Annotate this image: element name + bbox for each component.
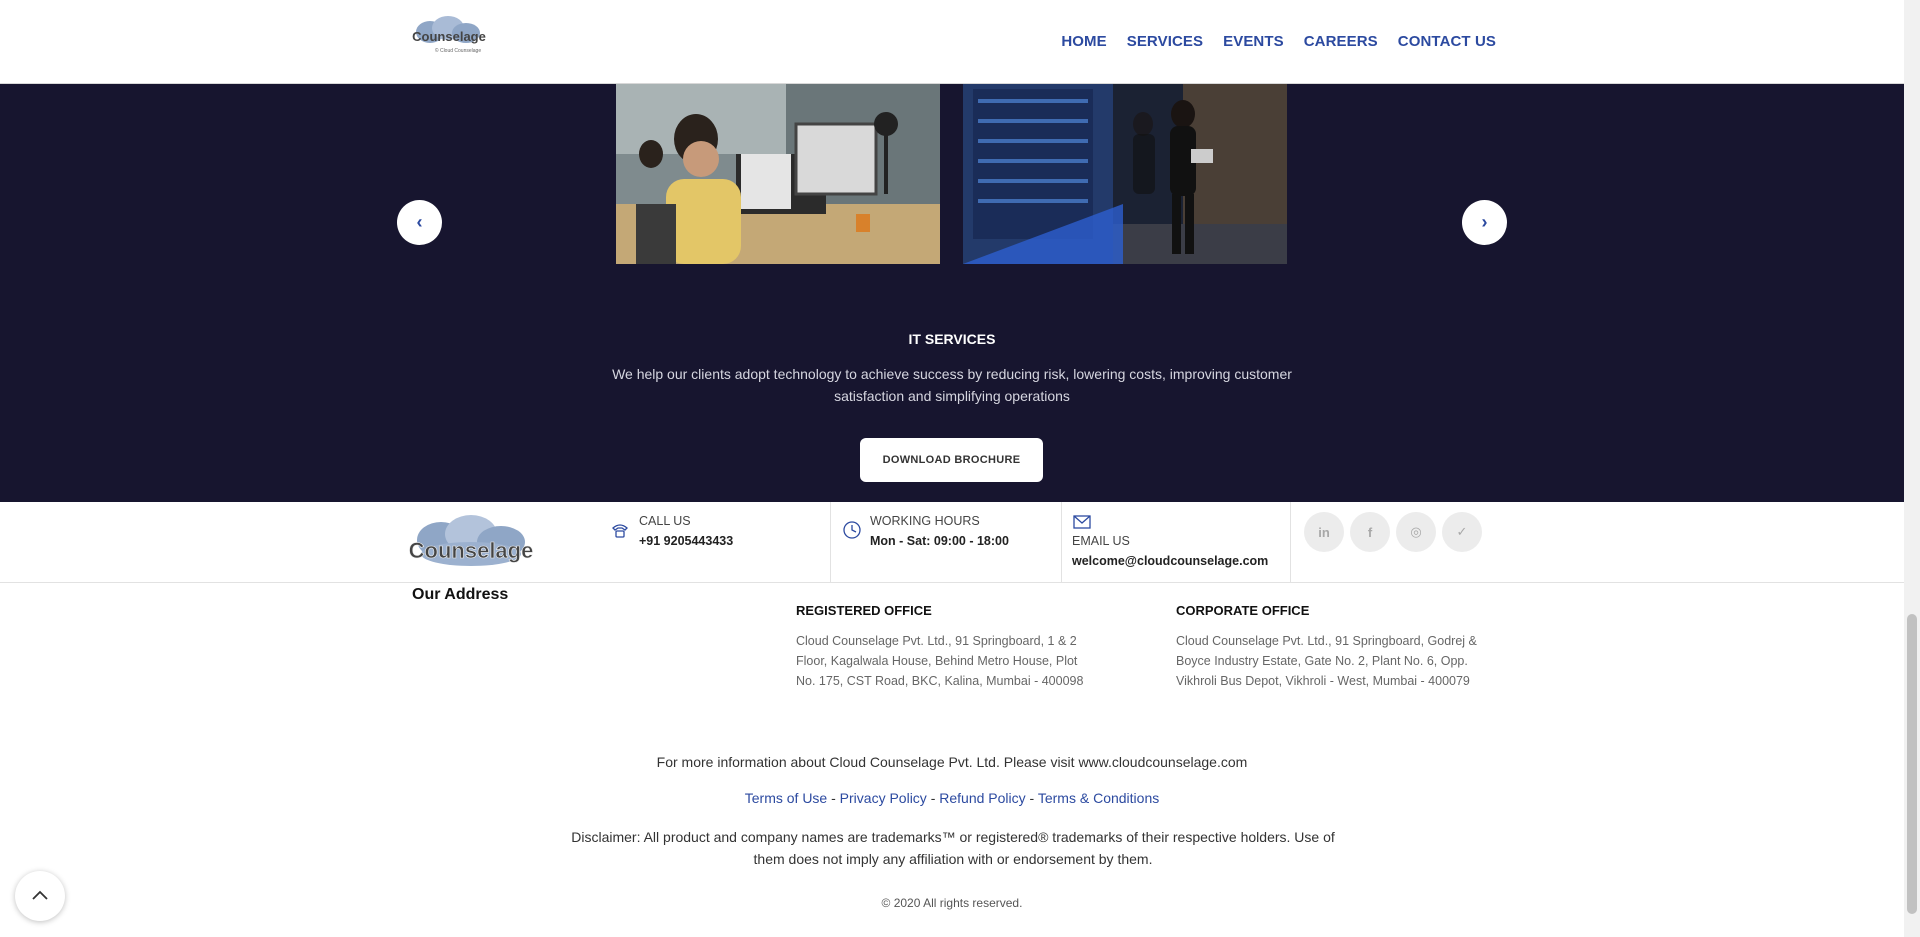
svg-text:Counselage: Counselage <box>409 538 534 563</box>
mail-icon <box>1073 515 1091 529</box>
link-separator: - <box>1025 790 1038 806</box>
corporate-office-title: CORPORATE OFFICE <box>1176 603 1310 618</box>
call-us-label: CALL US <box>639 514 691 528</box>
more-info-text: For more information about Cloud Counsel… <box>656 754 1248 770</box>
scroll-to-top-button[interactable] <box>15 871 65 921</box>
svg-text:Counselage: Counselage <box>412 29 486 44</box>
counselage-logo[interactable]: Counselage © Cloud Counselage <box>408 14 490 58</box>
email-address[interactable]: welcome@cloudcounselage.com <box>1072 554 1268 568</box>
main-nav: HOME SERVICES EVENTS CAREERS CONTACT US <box>1061 0 1496 83</box>
service-description: We help our clients adopt technology to … <box>612 366 1292 404</box>
disclaimer-text: Disclaimer: All product and company name… <box>571 829 1335 867</box>
email-us-label: EMAIL US <box>1072 534 1130 548</box>
address-heading: Our Address <box>412 586 509 603</box>
privacy-policy-link[interactable]: Privacy Policy <box>840 790 927 806</box>
it-services-section: ‹ › IT SERVICES We help our clients adop… <box>0 84 1904 502</box>
contact-strip: Counselage CALL US +91 9205443433 WORKIN… <box>0 502 1904 583</box>
linkedin-icon[interactable]: in <box>1304 512 1344 552</box>
phone-icon <box>612 524 628 538</box>
page-scrollbar[interactable] <box>1904 0 1920 937</box>
working-hours-label: WORKING HOURS <box>870 514 980 528</box>
instagram-icon[interactable]: ◎ <box>1396 512 1436 552</box>
chevron-up-icon <box>32 890 48 900</box>
nav-home[interactable]: HOME <box>1061 33 1106 50</box>
registered-office-address: Cloud Counselage Pvt. Ltd., 91 Springboa… <box>796 634 1084 688</box>
nav-careers[interactable]: CAREERS <box>1304 33 1378 50</box>
working-hours-block: WORKING HOURS Mon - Sat: 09:00 - 18:00 <box>830 502 1061 582</box>
clock-icon <box>843 521 861 539</box>
terms-of-use-link[interactable]: Terms of Use <box>745 790 827 806</box>
link-separator: - <box>926 790 940 806</box>
download-brochure-button[interactable]: DOWNLOAD BROCHURE <box>860 438 1043 482</box>
social-links: in f ◎ ✓ <box>1290 502 1491 582</box>
office-worker-photo <box>616 84 940 264</box>
nav-services[interactable]: SERVICES <box>1127 33 1203 50</box>
email-us-block[interactable]: EMAIL US welcome@cloudcounselage.com <box>1061 502 1290 582</box>
call-us-number[interactable]: +91 9205443433 <box>639 534 733 548</box>
carousel-prev-button[interactable]: ‹ <box>397 200 442 245</box>
registered-office-title: REGISTERED OFFICE <box>796 603 932 618</box>
chevron-left-icon: ‹ <box>416 212 423 232</box>
nav-contact-us[interactable]: CONTACT US <box>1398 33 1496 50</box>
service-title: IT SERVICES <box>908 331 996 347</box>
svg-text:© Cloud Counselage: © Cloud Counselage <box>435 47 481 54</box>
link-separator: - <box>827 790 840 806</box>
server-room-photo <box>963 84 1287 264</box>
site-header: Counselage © Cloud Counselage HOME SERVI… <box>0 0 1904 84</box>
copyright-text: © 2020 All rights reserved. <box>881 896 1023 910</box>
facebook-icon[interactable]: f <box>1350 512 1390 552</box>
refund-policy-link[interactable]: Refund Policy <box>939 790 1025 806</box>
corporate-office-address: Cloud Counselage Pvt. Ltd., 91 Springboa… <box>1176 634 1477 688</box>
counselage-logo-large[interactable]: Counselage <box>405 514 537 572</box>
nav-events[interactable]: EVENTS <box>1223 33 1284 50</box>
chevron-right-icon: › <box>1481 212 1488 232</box>
carousel-next-button[interactable]: › <box>1462 200 1507 245</box>
working-hours-value: Mon - Sat: 09:00 - 18:00 <box>870 534 1009 548</box>
terms-conditions-link[interactable]: Terms & Conditions <box>1038 790 1159 806</box>
call-us-block[interactable]: CALL US +91 9205443433 <box>608 502 828 582</box>
twitter-icon[interactable]: ✓ <box>1442 512 1482 552</box>
scrollbar-thumb[interactable] <box>1907 614 1917 914</box>
legal-links: Terms of Use - Privacy Policy - Refund P… <box>0 790 1904 806</box>
